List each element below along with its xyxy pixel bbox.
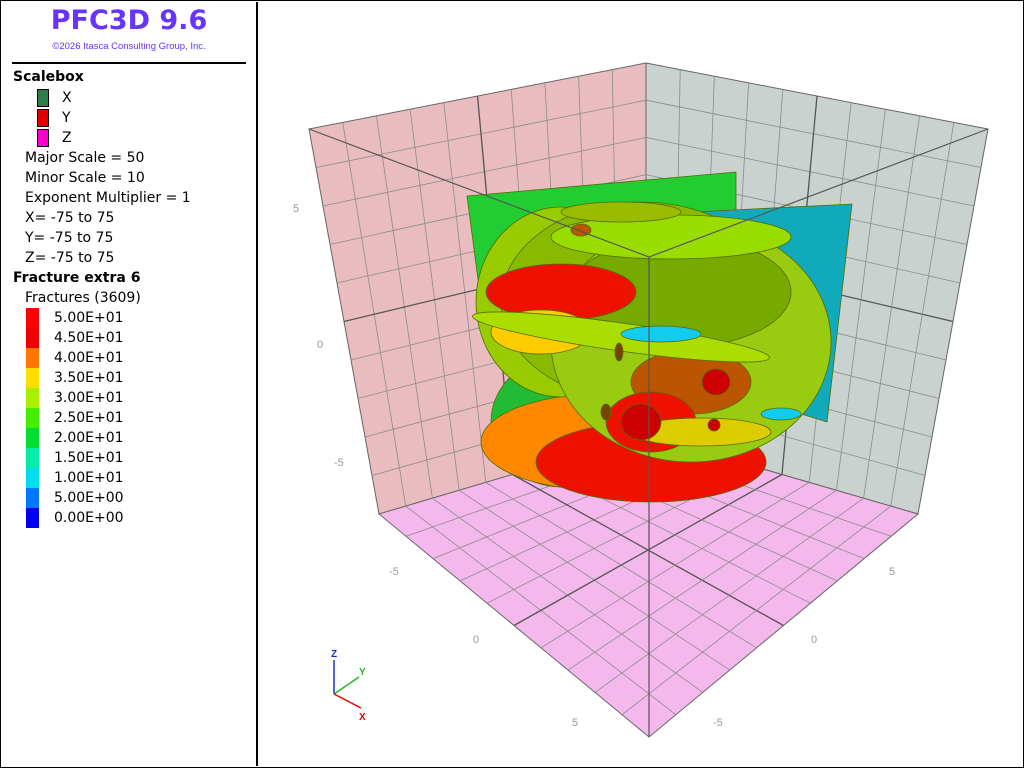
copyright-text: ©2026 Itasca Consulting Group, Inc. [52, 41, 206, 52]
z-range-text: Z= -75 to 75 [25, 250, 115, 266]
color-swatch [26, 328, 39, 348]
scene-svg: 5 0 -5 -5 0 5 5 0 -5 Z Y X [293, 62, 989, 738]
z-tick-label: -5 [334, 457, 344, 469]
axis-triad: Z Y X [331, 649, 366, 723]
color-swatch [26, 388, 39, 408]
color-swatch [26, 348, 39, 368]
legend-panel: PFC3D 9.6 ©2026 Itasca Consulting Group,… [2, 2, 258, 766]
fracture-count-text: Fractures (3609) [25, 290, 141, 306]
color-scale-label: 2.00E+01 [54, 430, 124, 446]
color-swatch [26, 308, 39, 328]
major-scale-text: Major Scale = 50 [25, 150, 145, 166]
x-tick-label: -5 [389, 566, 399, 578]
color-swatch [26, 448, 39, 468]
color-swatch [26, 408, 39, 428]
fracture-disc [620, 325, 702, 343]
fracture-disc [550, 214, 792, 260]
scalebox-heading: Scalebox [13, 69, 84, 85]
color-scale-label: 1.00E+01 [54, 470, 124, 486]
fracture-heading: Fracture extra 6 [13, 270, 141, 286]
minor-scale-text: Minor Scale = 10 [25, 170, 145, 186]
fracture-disc [620, 403, 662, 441]
fracture-disc [614, 342, 624, 362]
color-swatch [26, 368, 39, 388]
color-scale-label: 5.00E+00 [54, 490, 124, 506]
x-tick-label: 5 [572, 717, 578, 729]
color-swatch [26, 428, 39, 448]
color-scale-label: 4.00E+01 [54, 350, 124, 366]
title-divider [12, 62, 246, 64]
z-axis-swatch [37, 129, 49, 147]
y-tick-label: -5 [713, 717, 723, 729]
color-swatch [26, 488, 39, 508]
fracture-disc [600, 403, 612, 421]
y-tick-label: 5 [889, 566, 895, 578]
z-tick-label: 5 [293, 203, 299, 215]
x-tick-label: 0 [473, 634, 479, 646]
z-tick-label: 0 [317, 339, 323, 351]
fracture-disc [707, 418, 721, 432]
color-scale-label: 3.50E+01 [54, 370, 124, 386]
app-title: PFC3D 9.6 [50, 5, 208, 36]
triad-y-label: Y [359, 667, 366, 678]
triad-z-label: Z [331, 649, 337, 660]
y-range-text: Y= -75 to 75 [25, 230, 114, 246]
3d-viewport[interactable]: 5 0 -5 -5 0 5 5 0 -5 Z Y X [258, 2, 1023, 767]
z-axis-label: Z [62, 130, 72, 146]
color-scale-label: 1.50E+01 [54, 450, 124, 466]
x-axis-swatch [37, 89, 49, 107]
y-axis-swatch [37, 109, 49, 127]
x-axis-label: X [62, 90, 72, 106]
exponent-multiplier-text: Exponent Multiplier = 1 [25, 190, 191, 206]
fracture-disc [701, 368, 731, 396]
color-scale-label: 0.00E+00 [54, 510, 124, 526]
fracture-disc [760, 407, 802, 421]
y-axis-label: Y [62, 110, 71, 126]
x-range-text: X= -75 to 75 [25, 210, 115, 226]
color-scale-label: 2.50E+01 [54, 410, 124, 426]
color-scale-label: 4.50E+01 [54, 330, 124, 346]
triad-x-label: X [359, 712, 366, 723]
y-tick-label: 0 [811, 634, 817, 646]
app-window: PFC3D 9.6 ©2026 Itasca Consulting Group,… [0, 0, 1024, 768]
fracture-disc [560, 201, 682, 223]
color-swatch [26, 468, 39, 488]
color-swatch [26, 508, 39, 528]
color-scale-label: 3.00E+01 [54, 390, 124, 406]
color-scale-label: 5.00E+01 [54, 310, 124, 326]
